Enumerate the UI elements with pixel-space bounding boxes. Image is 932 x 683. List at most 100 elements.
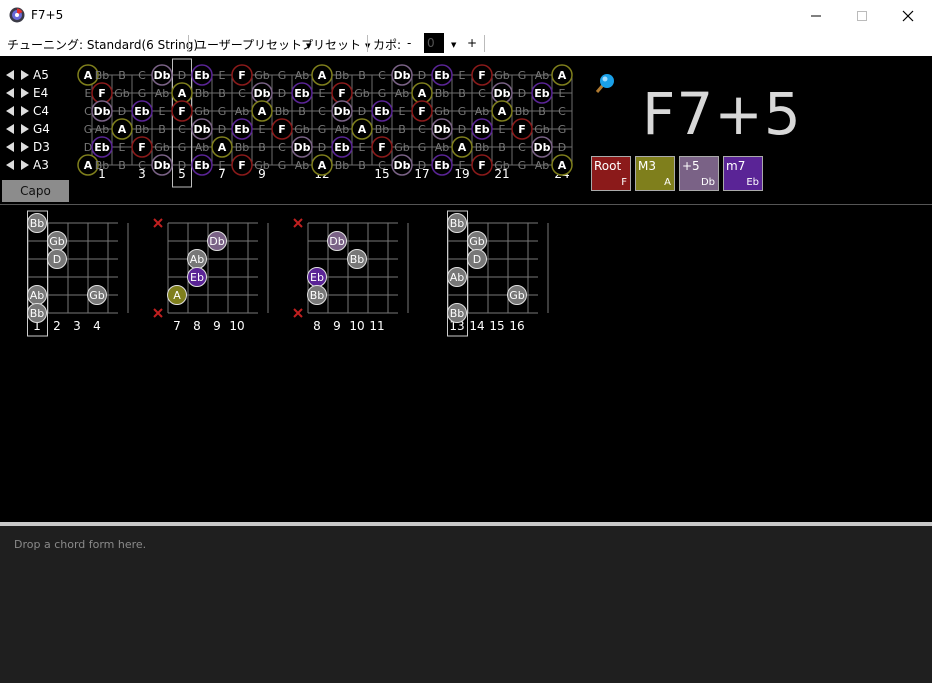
other-note-label: E (319, 87, 326, 100)
other-note-label: Gb (494, 159, 510, 172)
string-tuning-label[interactable]: A5 (33, 68, 49, 82)
string-tuning-label[interactable]: G4 (33, 122, 50, 136)
tune-up-arrow-icon[interactable] (21, 160, 29, 170)
other-note-label: C (418, 123, 426, 136)
capo-minus-button[interactable]: - (407, 36, 411, 50)
string-tuning-label[interactable]: D3 (33, 140, 50, 154)
other-note-label: G (318, 123, 327, 136)
user-preset-menu[interactable]: ユーザープリセット ▼ (195, 36, 311, 53)
form-note-label: Bb (450, 307, 465, 320)
tune-up-arrow-icon[interactable] (21, 142, 29, 152)
interval-note: F (621, 177, 627, 188)
capo-plus-button[interactable]: + (467, 36, 477, 50)
other-note-label: G (278, 159, 287, 172)
other-note-label: B (358, 159, 366, 172)
other-note-label: E (259, 123, 266, 136)
other-note-label: B (158, 123, 166, 136)
form-note-label: Db (209, 235, 224, 248)
interval-chip[interactable]: Root F (591, 156, 631, 191)
capo-dropdown[interactable]: ▼ (447, 37, 456, 51)
note-label: Db (393, 159, 410, 172)
maximize-button[interactable] (839, 0, 885, 31)
capo-value-input[interactable]: 0 (424, 33, 444, 53)
capo-button[interactable]: Capo (2, 180, 69, 202)
other-note-label: Ab (535, 69, 550, 82)
note-label: F (378, 141, 386, 154)
other-note-label: E (119, 141, 126, 154)
other-note-label: G (518, 69, 527, 82)
window-title: F7+5 (31, 8, 64, 22)
other-note-label: Gb (534, 123, 550, 136)
interval-chip[interactable]: +5 Db (679, 156, 719, 191)
chord-form[interactable]: 13 14 15 16BbGbDAbGbBb (447, 210, 549, 337)
form-fret-number: 9 (333, 319, 341, 333)
other-note-label: Bb (275, 105, 290, 118)
tune-down-arrow-icon[interactable] (6, 106, 14, 116)
other-note-label: C (84, 105, 92, 118)
interval-note: Db (700, 177, 715, 188)
form-note-label: Bb (30, 307, 45, 320)
note-label: A (258, 105, 267, 118)
note-label: A (458, 141, 467, 154)
other-note-label: Gb (434, 105, 450, 118)
other-note-label: C (178, 123, 186, 136)
form-note-label: Bb (450, 217, 465, 230)
other-note-label: C (478, 87, 486, 100)
preset-menu[interactable]: プリセット▼ (301, 36, 370, 53)
form-note-label: Eb (190, 271, 204, 284)
tune-up-arrow-icon[interactable] (21, 70, 29, 80)
tune-down-arrow-icon[interactable] (6, 88, 14, 98)
note-label: F (98, 87, 106, 100)
form-note-label: Ab (30, 289, 45, 302)
other-note-label: B (118, 159, 126, 172)
other-note-label: E (85, 87, 92, 100)
close-button[interactable] (885, 0, 931, 31)
tune-up-arrow-icon[interactable] (21, 106, 29, 116)
chord-form-drop-area[interactable]: Drop a chord form here. (0, 526, 932, 683)
tune-down-arrow-icon[interactable] (6, 142, 14, 152)
close-icon (902, 10, 914, 21)
form-note-label: A (173, 289, 181, 302)
chord-form[interactable]: 7 8 9 10 Db Ab Eb A (153, 218, 269, 333)
interval-chip[interactable]: m7 Eb (723, 156, 763, 191)
other-note-label: B (498, 141, 506, 154)
other-note-label: Bb (95, 159, 110, 172)
other-note-label: Gb (394, 141, 410, 154)
other-note-label: Bb (195, 87, 210, 100)
other-note-label: Ab (235, 105, 250, 118)
other-note-label: G (178, 141, 187, 154)
other-note-label: Ab (535, 159, 550, 172)
minimize-button[interactable] (793, 0, 839, 31)
tune-down-arrow-icon[interactable] (6, 160, 14, 170)
chord-form[interactable]: 8 9 10 11 Db Bb Eb Bb (293, 218, 409, 333)
other-note-label: Ab (155, 87, 170, 100)
chord-form[interactable]: 1 2 3 4BbGbDAb GbBb (27, 210, 129, 337)
string-tuning-label[interactable]: E4 (33, 86, 48, 100)
toolbar-separator (188, 35, 189, 52)
other-note-label: E (499, 123, 506, 136)
interval-chip[interactable]: M3 A (635, 156, 675, 191)
other-note-label: G (84, 123, 93, 136)
tune-up-arrow-icon[interactable] (21, 124, 29, 134)
other-note-label: Ab (195, 141, 210, 154)
other-note-label: Bb (515, 105, 530, 118)
toolbar-separator (484, 35, 485, 52)
tune-down-arrow-icon[interactable] (6, 124, 14, 134)
main-panel: A5E4C4G4D3A313579121517192124ABbBCDbDEbE… (0, 56, 932, 522)
tune-up-arrow-icon[interactable] (21, 88, 29, 98)
note-label: Db (153, 69, 170, 82)
form-note-label: Bb (30, 217, 45, 230)
other-note-label: Ab (95, 123, 110, 136)
other-note-label: E (159, 105, 166, 118)
search-icon[interactable] (592, 72, 618, 98)
tune-down-arrow-icon[interactable] (6, 70, 14, 80)
other-note-label: Ab (295, 159, 310, 172)
string-tuning-label[interactable]: C4 (33, 104, 49, 118)
interval-name: M3 (638, 159, 656, 173)
string-tuning-label[interactable]: A3 (33, 158, 49, 172)
note-label: A (558, 69, 567, 82)
tuning-dropdown[interactable]: チューニング: Standard(6 String) (7, 36, 198, 53)
interval-name: Root (594, 159, 622, 173)
other-note-label: E (219, 159, 226, 172)
note-label: Eb (474, 123, 490, 136)
